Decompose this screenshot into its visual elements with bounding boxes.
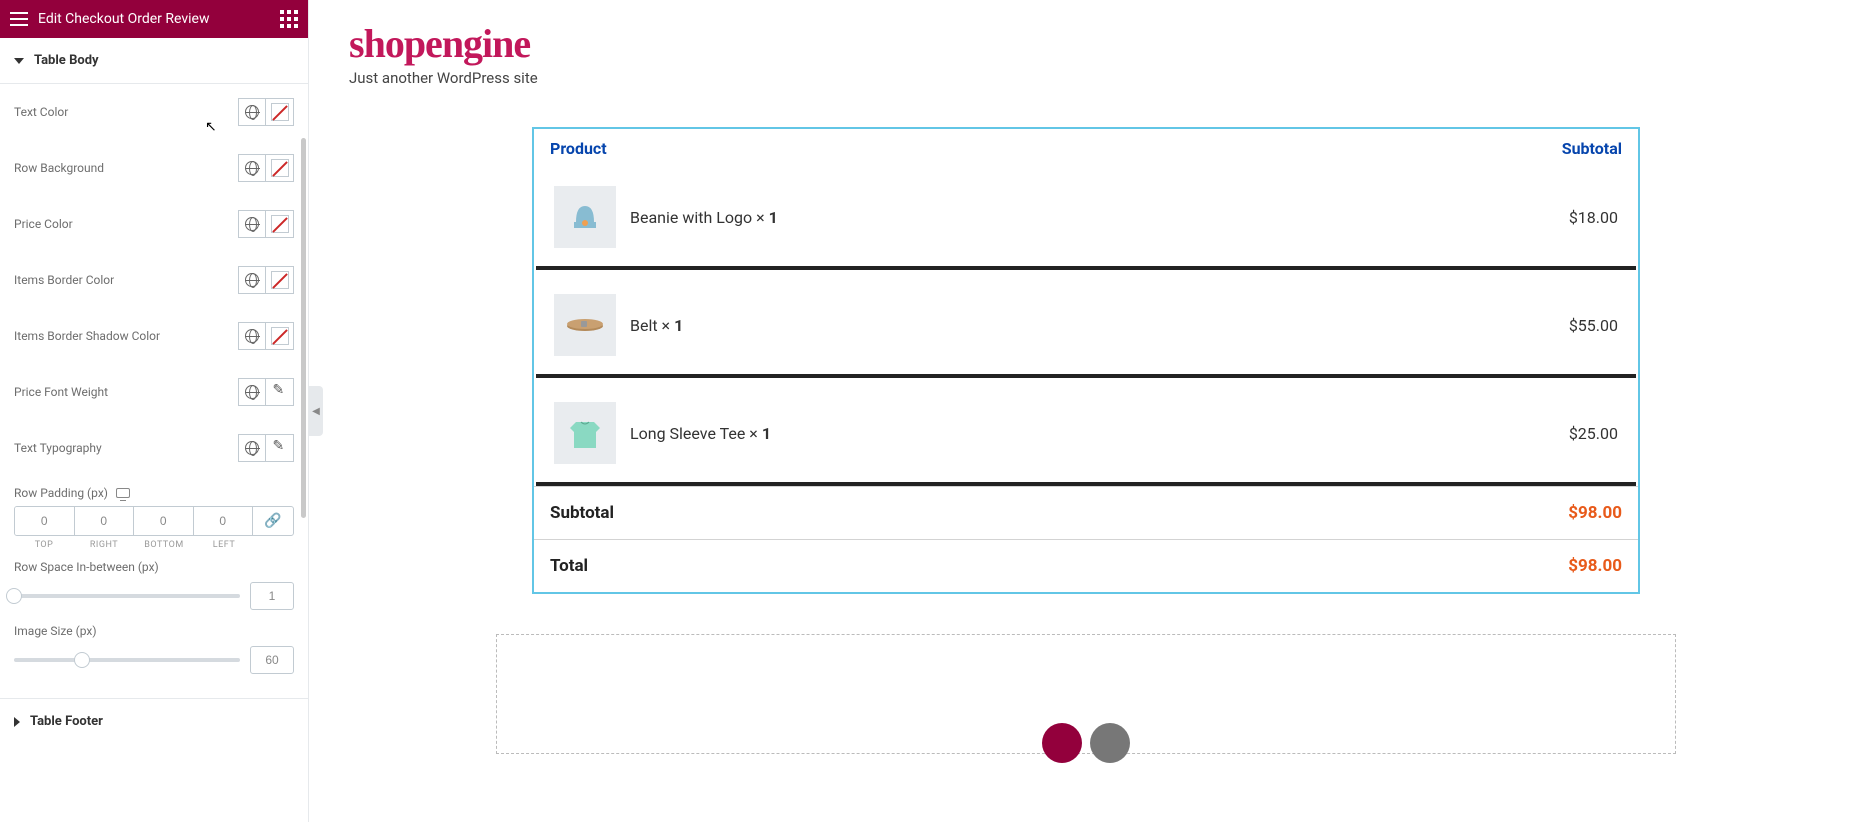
pencil-icon: [273, 385, 287, 399]
edit-button[interactable]: [266, 434, 294, 462]
product-qty: × 1: [745, 424, 771, 443]
product-name: Belt: [630, 316, 658, 335]
panel-header: Edit Checkout Order Review: [0, 0, 308, 38]
product-thumb: [554, 402, 616, 464]
image-size-value[interactable]: [250, 646, 294, 674]
table-row: Long Sleeve Tee × 1 $25.00: [536, 384, 1636, 486]
site-title: shopengine: [349, 20, 1823, 67]
slider-thumb[interactable]: [6, 588, 22, 604]
global-font-button[interactable]: [238, 434, 266, 462]
slider-thumb[interactable]: [74, 652, 90, 668]
product-qty: × 1: [658, 316, 684, 335]
padding-left-input[interactable]: [194, 507, 253, 535]
col-product: Product: [550, 139, 607, 158]
global-font-button[interactable]: [238, 378, 266, 406]
label-row-bg: Row Background: [14, 161, 104, 175]
global-color-button[interactable]: [238, 98, 266, 126]
total-value: $98.00: [1568, 556, 1622, 576]
global-color-button[interactable]: [238, 266, 266, 294]
globe-icon: [245, 273, 259, 287]
globe-icon: [245, 329, 259, 343]
image-size-slider[interactable]: [14, 658, 240, 662]
product-name: Beanie with Logo: [630, 208, 752, 227]
product-price: $55.00: [1569, 316, 1618, 335]
product-qty: × 1: [752, 208, 778, 227]
empty-swatch-icon: [271, 103, 289, 121]
color-picker-button[interactable]: [266, 154, 294, 182]
col-subtotal: Subtotal: [1562, 139, 1622, 158]
pencil-icon: [273, 441, 287, 455]
color-picker-button[interactable]: [266, 98, 294, 126]
product-thumb: [554, 186, 616, 248]
empty-swatch-icon: [271, 159, 289, 177]
padding-top-input[interactable]: [15, 507, 74, 535]
product-price: $18.00: [1569, 208, 1618, 227]
empty-swatch-icon: [271, 271, 289, 289]
add-widget-button[interactable]: [1042, 723, 1082, 763]
row-space-slider[interactable]: [14, 594, 240, 598]
globe-icon: [245, 385, 259, 399]
color-picker-button[interactable]: [266, 266, 294, 294]
globe-icon: [245, 217, 259, 231]
global-color-button[interactable]: [238, 210, 266, 238]
globe-icon: [245, 105, 259, 119]
section-table-body[interactable]: Table Body: [0, 38, 308, 84]
globe-icon: [245, 441, 259, 455]
product-price: $25.00: [1569, 424, 1618, 443]
product-name: Long Sleeve Tee: [630, 424, 745, 443]
responsive-icon[interactable]: [116, 488, 130, 498]
global-color-button[interactable]: [238, 154, 266, 182]
panel-body: Table Body Text Color Row Background: [0, 38, 308, 822]
table-row: Beanie with Logo × 1 $18.00: [536, 168, 1636, 270]
sublabel-right: RIGHT: [74, 540, 134, 550]
edit-button[interactable]: [266, 378, 294, 406]
site-tagline: Just another WordPress site: [349, 69, 1823, 87]
caret-right-icon: [14, 717, 20, 727]
section-table-footer[interactable]: Table Footer: [0, 698, 308, 744]
subtotal-value: $98.00: [1568, 503, 1622, 523]
sublabel-left: LEFT: [194, 540, 254, 550]
add-template-button[interactable]: [1090, 723, 1130, 763]
label-row-space: Row Space In-between (px): [14, 560, 294, 574]
section-label: Table Body: [34, 53, 99, 68]
label-price-font-weight: Price Font Weight: [14, 385, 108, 399]
empty-swatch-icon: [271, 327, 289, 345]
padding-right-input[interactable]: [75, 507, 134, 535]
sublabel-bottom: BOTTOM: [134, 540, 194, 550]
globe-icon: [245, 161, 259, 175]
color-picker-button[interactable]: [266, 322, 294, 350]
total-label: Total: [550, 556, 588, 576]
link-icon: 🔗: [264, 513, 281, 529]
label-image-size: Image Size (px): [14, 624, 294, 638]
menu-icon[interactable]: [10, 12, 28, 26]
link-values-button[interactable]: 🔗: [253, 507, 293, 535]
apps-icon[interactable]: [280, 10, 298, 28]
product-thumb: [554, 294, 616, 356]
label-price-color: Price Color: [14, 217, 73, 231]
color-picker-button[interactable]: [266, 210, 294, 238]
drop-zone[interactable]: [496, 634, 1676, 754]
order-review-table[interactable]: Product Subtotal Beanie with Logo × 1 $1…: [532, 127, 1640, 594]
panel-title: Edit Checkout Order Review: [38, 11, 209, 27]
label-row-padding: Row Padding (px): [14, 486, 108, 500]
table-row: Belt × 1 $55.00: [536, 276, 1636, 378]
preview-canvas: shopengine Just another WordPress site P…: [309, 0, 1863, 822]
row-space-value[interactable]: [250, 582, 294, 610]
label-text-color: Text Color: [14, 105, 68, 119]
section-label: Table Footer: [30, 714, 103, 729]
padding-inputs: 🔗: [14, 506, 294, 536]
global-color-button[interactable]: [238, 322, 266, 350]
padding-bottom-input[interactable]: [134, 507, 193, 535]
empty-swatch-icon: [271, 215, 289, 233]
label-items-border-color: Items Border Color: [14, 273, 114, 287]
subtotal-label: Subtotal: [550, 503, 614, 523]
editor-sidebar: Edit Checkout Order Review Table Body Te…: [0, 0, 309, 822]
caret-down-icon: [14, 58, 24, 64]
label-text-typography: Text Typography: [14, 441, 102, 455]
sublabel-top: TOP: [14, 540, 74, 550]
label-border-shadow-color: Items Border Shadow Color: [14, 329, 160, 343]
